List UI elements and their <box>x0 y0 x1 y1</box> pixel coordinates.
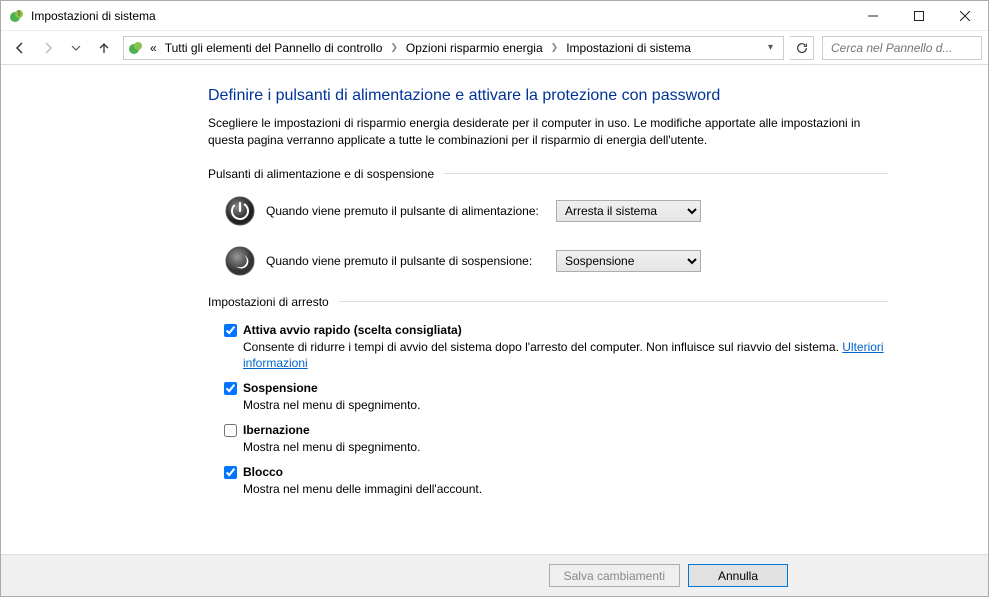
fast-startup-title: Attiva avvio rapido (scelta consigliata) <box>243 323 462 337</box>
power-button-row: Quando viene premuto il pulsante di alim… <box>224 195 888 227</box>
search-input[interactable] <box>829 40 989 56</box>
hibernate-option-row: Ibernazione Mostra nel menu di spegnimen… <box>224 423 888 455</box>
fast-startup-checkbox[interactable] <box>224 324 237 337</box>
breadcrumb-dropdown[interactable]: ▾ <box>762 42 779 53</box>
sleep-button-label: Quando viene premuto il pulsante di sosp… <box>266 254 556 268</box>
minimize-button[interactable] <box>850 1 896 31</box>
control-panel-icon <box>128 40 144 56</box>
maximize-button[interactable] <box>896 1 942 31</box>
page-title: Definire i pulsanti di alimentazione e a… <box>208 87 888 105</box>
breadcrumb-item[interactable]: Tutti gli elementi del Pannello di contr… <box>159 39 389 57</box>
save-button[interactable]: Salva cambiamenti <box>549 564 680 587</box>
power-button-label: Quando viene premuto il pulsante di alim… <box>266 204 556 218</box>
sleep-button-select[interactable]: Sospensione <box>556 250 701 272</box>
page-description: Scegliere le impostazioni di risparmio e… <box>208 115 888 149</box>
sleep-icon <box>224 245 256 277</box>
close-button[interactable] <box>942 1 988 31</box>
hibernate-checkbox[interactable] <box>224 424 237 437</box>
sleep-title: Sospensione <box>243 381 318 395</box>
recent-dropdown[interactable] <box>63 35 89 61</box>
sleep-checkbox[interactable] <box>224 382 237 395</box>
breadcrumb-item[interactable]: Impostazioni di sistema <box>560 39 697 57</box>
cancel-button[interactable]: Annulla <box>688 564 788 587</box>
fast-startup-desc: Consente di ridurre i tempi di avvio del… <box>243 339 888 371</box>
up-button[interactable] <box>91 35 117 61</box>
lock-checkbox[interactable] <box>224 466 237 479</box>
lock-option-row: Blocco Mostra nel menu delle immagini de… <box>224 465 888 497</box>
sleep-option-row: Sospensione Mostra nel menu di spegnimen… <box>224 381 888 413</box>
breadcrumb-prefix: « <box>150 41 157 55</box>
section-header-shutdown: Impostazioni di arresto <box>208 295 888 309</box>
chevron-right-icon: ❯ <box>551 42 559 53</box>
fast-startup-row: Attiva avvio rapido (scelta consigliata)… <box>224 323 888 371</box>
footer: Salva cambiamenti Annulla <box>1 554 988 596</box>
breadcrumb-item[interactable]: Opzioni risparmio energia <box>400 39 549 57</box>
power-icon <box>224 195 256 227</box>
search-box[interactable] <box>822 36 982 60</box>
refresh-button[interactable] <box>790 36 814 60</box>
content-area: Definire i pulsanti di alimentazione e a… <box>1 65 988 554</box>
lock-desc: Mostra nel menu delle immagini dell'acco… <box>243 481 888 497</box>
power-button-select[interactable]: Arresta il sistema <box>556 200 701 222</box>
sleep-button-row: Quando viene premuto il pulsante di sosp… <box>224 245 888 277</box>
hibernate-title: Ibernazione <box>243 423 310 437</box>
window-title: Impostazioni di sistema <box>31 9 850 23</box>
sleep-desc: Mostra nel menu di spegnimento. <box>243 397 888 413</box>
titlebar: Impostazioni di sistema <box>1 1 988 31</box>
forward-button[interactable] <box>35 35 61 61</box>
chevron-right-icon: ❯ <box>390 42 398 53</box>
breadcrumb[interactable]: « Tutti gli elementi del Pannello di con… <box>123 36 784 60</box>
navbar: « Tutti gli elementi del Pannello di con… <box>1 31 988 65</box>
lock-title: Blocco <box>243 465 283 479</box>
section-header-buttons: Pulsanti di alimentazione e di sospensio… <box>208 167 888 181</box>
hibernate-desc: Mostra nel menu di spegnimento. <box>243 439 888 455</box>
app-icon <box>9 8 25 24</box>
back-button[interactable] <box>7 35 33 61</box>
